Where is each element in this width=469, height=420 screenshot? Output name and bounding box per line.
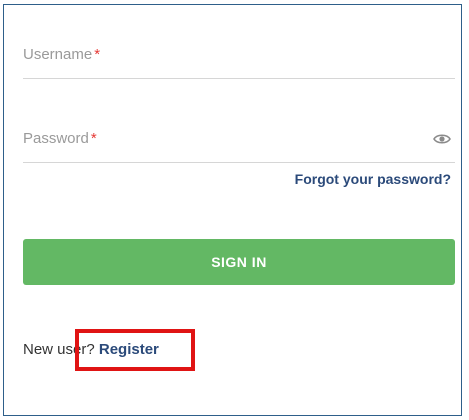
- password-input[interactable]: [23, 122, 455, 162]
- new-user-text: New user?: [23, 341, 95, 358]
- username-input[interactable]: [23, 38, 455, 78]
- login-panel: Username * Password * Forgot your password…: [3, 4, 462, 416]
- username-field[interactable]: Username *: [23, 38, 455, 79]
- forgot-password-link[interactable]: Forgot your password?: [295, 171, 451, 187]
- register-row: New user? Register: [23, 341, 159, 358]
- password-field[interactable]: Password *: [23, 122, 455, 163]
- register-link[interactable]: Register: [99, 341, 159, 358]
- eye-icon[interactable]: [433, 132, 451, 146]
- sign-in-button[interactable]: SIGN IN: [23, 239, 455, 285]
